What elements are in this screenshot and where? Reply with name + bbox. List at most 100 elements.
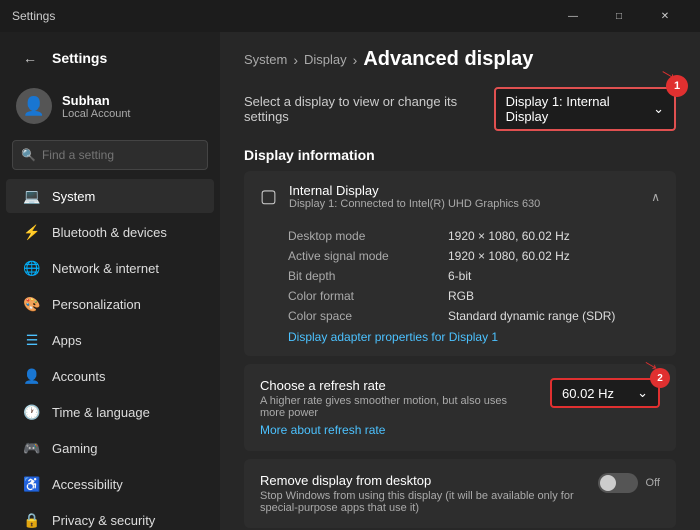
privacy-icon: 🔒	[22, 510, 42, 530]
remove-display-control: Off	[598, 473, 660, 493]
sidebar-title: Settings	[52, 50, 107, 66]
breadcrumb-arrow1: ›	[293, 52, 298, 68]
sidebar-item-gaming[interactable]: 🎮 Gaming	[6, 431, 214, 465]
avatar: 👤	[16, 88, 52, 124]
display-info-card: ▢ Internal Display Display 1: Connected …	[244, 171, 676, 356]
sidebar-item-time[interactable]: 🕐 Time & language	[6, 395, 214, 429]
minimize-button[interactable]: —	[550, 0, 596, 32]
search-icon: 🔍	[21, 148, 36, 162]
display-dropdown-value: Display 1: Internal Display	[506, 94, 648, 124]
refresh-rate-card: Choose a refresh rate A higher rate give…	[244, 364, 676, 451]
signal-mode-value: 1920 × 1080, 60.02 Hz	[448, 249, 570, 263]
sidebar-item-label: System	[52, 189, 95, 204]
remove-display-toggle[interactable]	[598, 473, 638, 493]
desktop-mode-label: Desktop mode	[288, 229, 448, 243]
color-format-label: Color format	[288, 289, 448, 303]
sidebar-item-label: Personalization	[52, 297, 141, 312]
refresh-dropdown-wrapper: 60.02 Hz ⌄ 2 →	[550, 378, 660, 408]
sidebar-item-accounts[interactable]: 👤 Accounts	[6, 359, 214, 393]
display-info-card-header[interactable]: ▢ Internal Display Display 1: Connected …	[244, 171, 676, 222]
content-area: System › Display › Advanced display Sele…	[220, 32, 700, 530]
app-body: ← Settings 👤 Subhan Local Account 🔍 💻 Sy…	[0, 32, 700, 530]
back-button[interactable]: ←	[16, 44, 44, 72]
sidebar-item-label: Time & language	[52, 405, 150, 420]
breadcrumb-arrow2: ›	[353, 52, 358, 68]
refresh-rate-subtitle: A higher rate gives smoother motion, but…	[260, 395, 534, 419]
color-space-label: Color space	[288, 309, 448, 323]
remove-display-card: Remove display from desktop Stop Windows…	[244, 459, 676, 528]
sidebar-item-bluetooth[interactable]: ⚡ Bluetooth & devices	[6, 215, 214, 249]
user-section: 👤 Subhan Local Account	[0, 80, 220, 136]
bit-depth-label: Bit depth	[288, 269, 448, 283]
chevron-up-icon: ∧	[651, 190, 660, 204]
desktop-mode-value: 1920 × 1080, 60.02 Hz	[448, 229, 570, 243]
refresh-dropdown-chevron: ⌄	[637, 385, 648, 401]
bit-depth-value: 6-bit	[448, 269, 471, 283]
display-info-card-body: Desktop mode 1920 × 1080, 60.02 Hz Activ…	[244, 222, 676, 356]
gaming-icon: 🎮	[22, 438, 42, 458]
signal-mode-label: Active signal mode	[288, 249, 448, 263]
display-dropdown-wrapper: Display 1: Internal Display ⌄ 1 →	[494, 87, 676, 131]
refresh-rate-title: Choose a refresh rate	[260, 378, 534, 393]
adapter-properties-link[interactable]: Display adapter properties for Display 1	[288, 330, 660, 344]
breadcrumb-display[interactable]: Display	[304, 52, 347, 67]
accessibility-icon: ♿	[22, 474, 42, 494]
sidebar: ← Settings 👤 Subhan Local Account 🔍 💻 Sy…	[0, 32, 220, 530]
refresh-rate-info: Choose a refresh rate A higher rate give…	[260, 378, 534, 437]
color-space-value: Standard dynamic range (SDR)	[448, 309, 615, 323]
info-row-bitdepth: Bit depth 6-bit	[288, 266, 660, 286]
display-info-header-info: Internal Display Display 1: Connected to…	[289, 183, 639, 210]
refresh-rate-value: 60.02 Hz	[562, 386, 614, 401]
maximize-button[interactable]: □	[596, 0, 642, 32]
user-name: Subhan	[62, 93, 131, 108]
bluetooth-icon: ⚡	[22, 222, 42, 242]
close-button[interactable]: ✕	[642, 0, 688, 32]
sidebar-item-label: Accounts	[52, 369, 105, 384]
breadcrumb-current: Advanced display	[363, 48, 533, 71]
titlebar-title: Settings	[12, 9, 550, 23]
sidebar-item-network[interactable]: 🌐 Network & internet	[6, 251, 214, 285]
info-row-colorspace: Color space Standard dynamic range (SDR)	[288, 306, 660, 326]
remove-display-subtitle: Stop Windows from using this display (it…	[260, 490, 582, 514]
user-subtitle: Local Account	[62, 108, 131, 120]
remove-display-title: Remove display from desktop	[260, 473, 582, 488]
sidebar-item-label: Accessibility	[52, 477, 123, 492]
sidebar-item-personalization[interactable]: 🎨 Personalization	[6, 287, 214, 321]
refresh-rate-control: 60.02 Hz ⌄ 2 →	[550, 378, 660, 408]
breadcrumb: System › Display › Advanced display	[244, 48, 676, 71]
sidebar-item-label: Apps	[52, 333, 82, 348]
sidebar-item-system[interactable]: 💻 System	[6, 179, 214, 213]
sidebar-item-label: Bluetooth & devices	[52, 225, 167, 240]
system-icon: 💻	[22, 186, 42, 206]
info-row-signal: Active signal mode 1920 × 1080, 60.02 Hz	[288, 246, 660, 266]
info-row-desktop: Desktop mode 1920 × 1080, 60.02 Hz	[288, 226, 660, 246]
network-icon: 🌐	[22, 258, 42, 278]
sidebar-item-label: Network & internet	[52, 261, 159, 276]
sidebar-item-apps[interactable]: ☰ Apps	[6, 323, 214, 357]
personalization-icon: 🎨	[22, 294, 42, 314]
search-box[interactable]: 🔍	[12, 140, 208, 170]
user-info: Subhan Local Account	[62, 93, 131, 120]
sidebar-item-label: Privacy & security	[52, 513, 155, 528]
display-dropdown[interactable]: Display 1: Internal Display ⌄	[494, 87, 676, 131]
titlebar: Settings — □ ✕	[0, 0, 700, 32]
sidebar-header: ← Settings	[0, 32, 220, 80]
sidebar-item-privacy[interactable]: 🔒 Privacy & security	[6, 503, 214, 530]
display-card-subtitle: Display 1: Connected to Intel(R) UHD Gra…	[289, 198, 639, 210]
time-icon: 🕐	[22, 402, 42, 422]
apps-icon: ☰	[22, 330, 42, 350]
display-dropdown-chevron: ⌄	[653, 101, 664, 117]
sidebar-item-label: Gaming	[52, 441, 98, 456]
toggle-knob	[600, 475, 616, 491]
breadcrumb-system[interactable]: System	[244, 52, 287, 67]
sidebar-item-accessibility[interactable]: ♿ Accessibility	[6, 467, 214, 501]
section-title: Display information	[244, 147, 676, 163]
display-selector-row: Select a display to view or change its s…	[244, 87, 676, 131]
remove-display-info: Remove display from desktop Stop Windows…	[260, 473, 582, 514]
search-input[interactable]	[42, 141, 199, 169]
display-selector-label: Select a display to view or change its s…	[244, 94, 494, 124]
monitor-icon: ▢	[260, 186, 277, 207]
color-format-value: RGB	[448, 289, 474, 303]
refresh-rate-link[interactable]: More about refresh rate	[260, 423, 534, 437]
refresh-rate-dropdown[interactable]: 60.02 Hz ⌄	[550, 378, 660, 408]
